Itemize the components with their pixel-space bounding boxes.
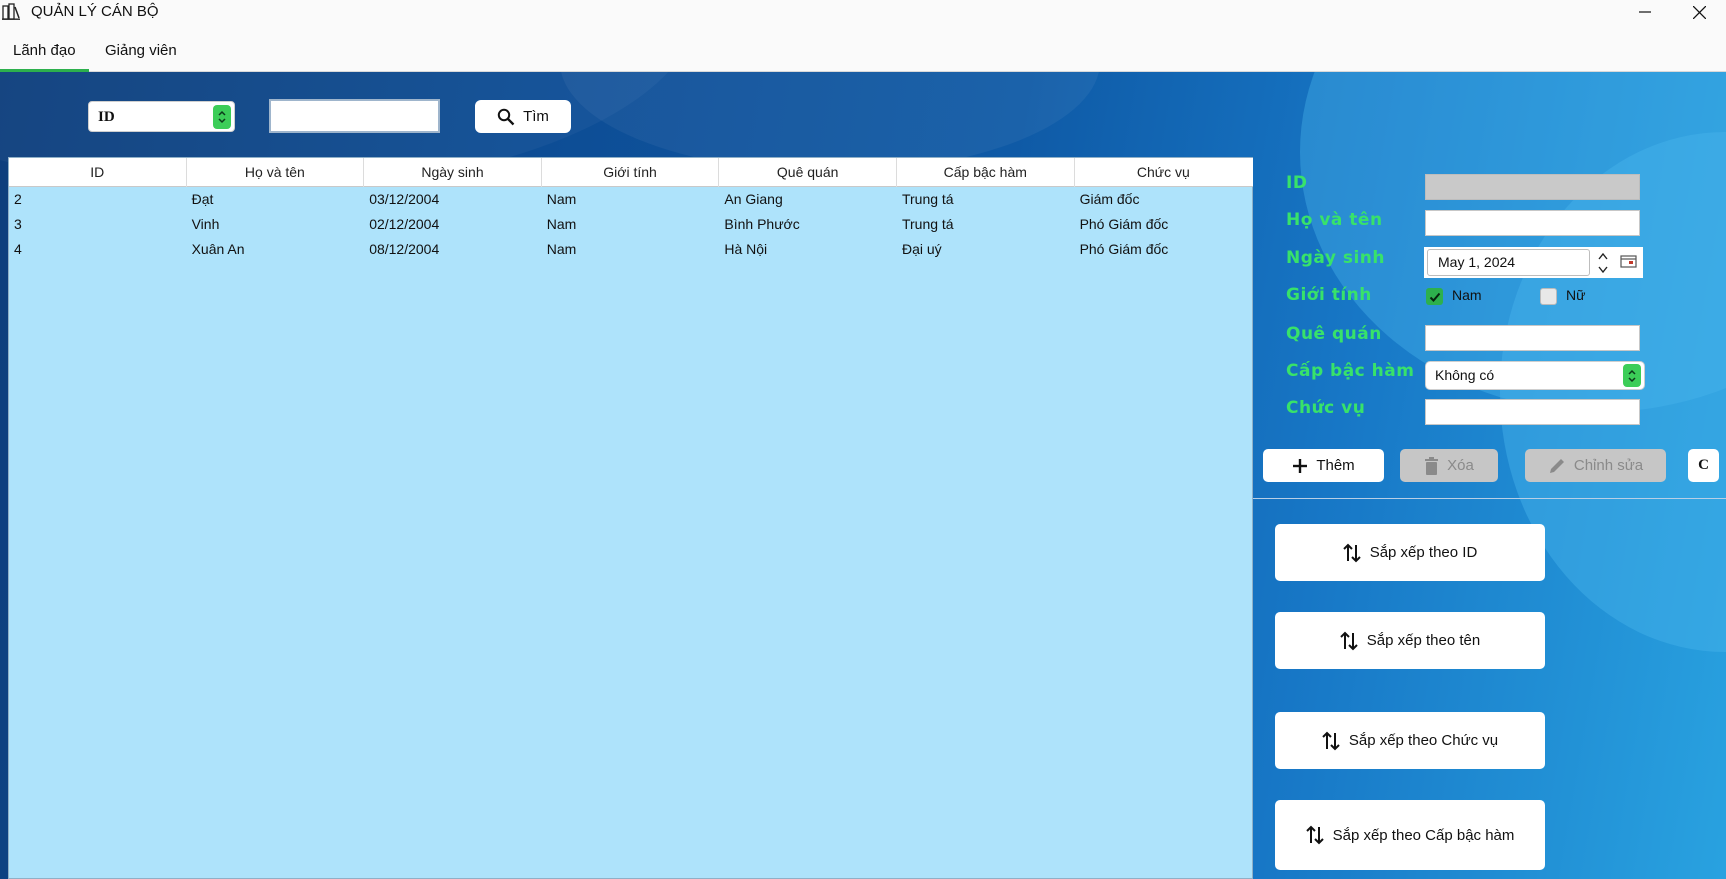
close-icon: [1692, 5, 1706, 19]
tab-lanh-dao[interactable]: Lãnh đạo: [13, 42, 76, 59]
plus-icon: [1293, 458, 1308, 473]
combo-arrow-icon: [213, 105, 231, 129]
hometown-field[interactable]: [1425, 325, 1640, 351]
tab-bar: Lãnh đạo Giảng viên: [0, 24, 1726, 72]
table-cell: Bình Phước: [724, 216, 800, 232]
sort-button-label: Sắp xếp theo tên: [1366, 632, 1481, 649]
hometown-label: Quê quán: [1286, 324, 1382, 344]
delete-button-label: Xóa: [1447, 457, 1474, 474]
sort-arrows-icon: [1340, 631, 1358, 650]
search-input[interactable]: [269, 99, 440, 133]
table-cell: Phó Giám đốc: [1079, 216, 1169, 232]
rank-select-value: Không có: [1435, 367, 1495, 383]
table-cell: Xuân An: [191, 241, 245, 257]
window-title: QUẢN LÝ CÁN BỘ: [31, 3, 159, 20]
gender-nu-label: Nữ: [1566, 287, 1586, 303]
sort-arrows-icon: [1322, 731, 1340, 750]
table-header: ID Họ và tên Ngày sinh Giới tính Quê quá…: [9, 158, 1253, 187]
minimize-button[interactable]: [1622, 0, 1668, 24]
column-header[interactable]: Quê quán: [719, 158, 897, 187]
table-cell: 03/12/2004: [369, 191, 440, 207]
sort-by-position-button[interactable]: Sắp xếp theo Chức vụ: [1275, 712, 1545, 769]
add-button-label: Thêm: [1316, 457, 1355, 474]
sort-by-id-button[interactable]: Sắp xếp theo ID: [1275, 524, 1545, 581]
sort-button-label: Sắp xếp theo ID: [1369, 544, 1478, 561]
table-cell: 4: [14, 241, 22, 257]
sort-by-name-button[interactable]: Sắp xếp theo tên: [1275, 612, 1545, 669]
table-cell: Nam: [546, 216, 577, 232]
table-cell: Hà Nội: [724, 241, 768, 257]
checkmark-icon: [1429, 292, 1440, 302]
add-button[interactable]: Thêm: [1263, 449, 1384, 482]
table-cell: 08/12/2004: [369, 241, 440, 257]
search-icon: [497, 108, 515, 125]
gender-label: Giới tính: [1286, 285, 1372, 305]
edit-button[interactable]: Chỉnh sửa: [1525, 449, 1666, 482]
sort-button-label: Sắp xếp theo Cấp bậc hàm: [1332, 826, 1515, 844]
divider: [1253, 498, 1726, 499]
search-button-label: Tìm: [523, 108, 549, 125]
delete-button[interactable]: Xóa: [1400, 449, 1498, 482]
pencil-icon: [1549, 458, 1564, 473]
gender-nu-checkbox[interactable]: [1540, 288, 1557, 305]
tab-giang-vien[interactable]: Giảng viên: [105, 42, 177, 59]
table-cell: Đạt: [191, 191, 214, 207]
column-header[interactable]: Họ và tên: [187, 158, 365, 187]
table-cell: 2: [14, 191, 22, 207]
column-header[interactable]: Chức vụ: [1075, 158, 1253, 187]
table-cell: Nam: [546, 191, 577, 207]
table-cell: Giám đốc: [1079, 191, 1140, 207]
gender-nam-label: Nam: [1452, 287, 1482, 303]
position-field[interactable]: [1425, 399, 1640, 425]
table-cell: Nam: [546, 241, 577, 257]
table-row[interactable]: 3 Vinh 02/12/2004 Nam Bình Phước Trung t…: [9, 212, 1253, 237]
gender-nam-checkbox[interactable]: [1426, 288, 1443, 305]
sort-arrows-icon: [1305, 825, 1324, 845]
id-field: [1425, 174, 1640, 200]
app-logo-icon: [2, 3, 20, 20]
search-field-select[interactable]: ID: [88, 101, 235, 132]
name-label: Họ và tên: [1286, 210, 1383, 230]
table-cell: Trung tá: [901, 191, 954, 207]
search-button[interactable]: Tìm: [475, 100, 571, 133]
minimize-icon: [1639, 11, 1651, 13]
sort-button-label: Sắp xếp theo Chức vụ: [1348, 732, 1499, 749]
table-row[interactable]: 2 Đạt 03/12/2004 Nam An Giang Trung tá G…: [9, 187, 1253, 212]
spin-up-icon[interactable]: [1596, 250, 1610, 263]
dob-label: Ngày sinh: [1286, 248, 1385, 268]
column-header[interactable]: Cấp bậc hàm: [897, 158, 1075, 187]
table-cell: Trung tá: [901, 216, 954, 232]
table-row[interactable]: 4 Xuân An 08/12/2004 Nam Hà Nội Đại uý P…: [9, 237, 1253, 262]
edit-button-label: Chỉnh sửa: [1573, 457, 1644, 474]
main-panel: ID Tìm ID Họ và tên Ngày sinh Giới tính …: [0, 72, 1726, 879]
name-field[interactable]: [1425, 210, 1640, 236]
search-field-value: ID: [98, 109, 115, 125]
column-header[interactable]: Ngày sinh: [364, 158, 542, 187]
sort-by-rank-button[interactable]: Sắp xếp theo Cấp bậc hàm: [1275, 800, 1545, 870]
dob-date-picker[interactable]: May 1, 2024: [1424, 247, 1643, 278]
rank-select[interactable]: Không có: [1425, 361, 1645, 390]
rank-label: Cấp bậc hàm: [1286, 361, 1415, 381]
position-label: Chức vụ: [1286, 398, 1366, 418]
sort-arrows-icon: [1342, 543, 1361, 562]
trash-icon: [1425, 456, 1439, 475]
table-cell: Vinh: [191, 216, 220, 232]
table-cell: An Giang: [724, 191, 783, 207]
column-header[interactable]: Giới tính: [542, 158, 720, 187]
spin-down-icon[interactable]: [1596, 263, 1610, 276]
clear-button[interactable]: C: [1688, 449, 1719, 482]
close-button[interactable]: [1676, 0, 1722, 24]
staff-table[interactable]: ID Họ và tên Ngày sinh Giới tính Quê quá…: [8, 157, 1253, 879]
combo-arrow-icon: [1623, 364, 1641, 387]
table-cell: 02/12/2004: [369, 216, 440, 232]
table-cell: Phó Giám đốc: [1079, 241, 1169, 257]
dob-field[interactable]: May 1, 2024: [1427, 249, 1590, 276]
table-cell: 3: [14, 216, 22, 232]
table-cell: Đại uý: [901, 241, 942, 257]
title-bar: QUẢN LÝ CÁN BỘ: [0, 0, 1726, 24]
calendar-icon[interactable]: [1620, 254, 1637, 268]
id-label: ID: [1286, 173, 1308, 193]
column-header[interactable]: ID: [9, 158, 187, 187]
